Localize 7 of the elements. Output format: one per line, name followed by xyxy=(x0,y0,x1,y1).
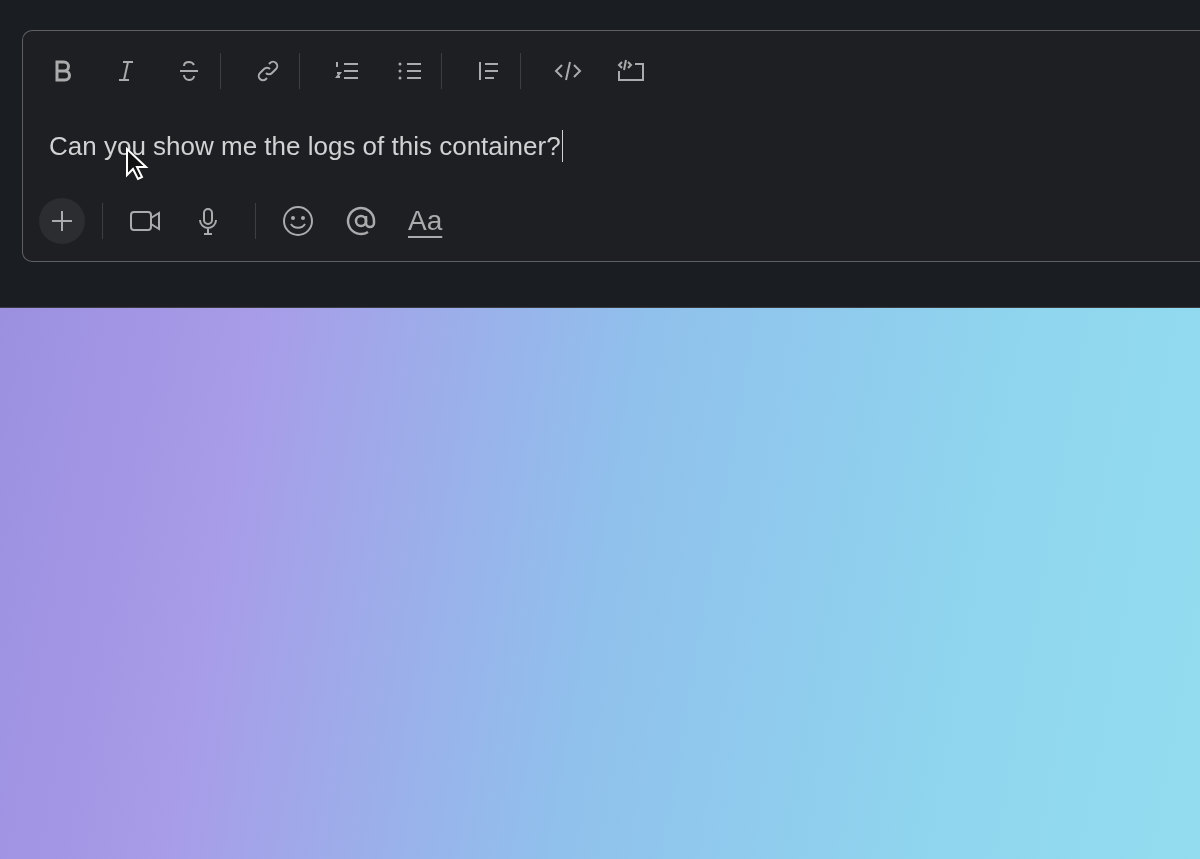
plus-icon xyxy=(50,209,74,233)
message-input[interactable]: Can you show me the logs of this container? xyxy=(47,130,561,162)
add-button[interactable] xyxy=(39,198,85,244)
emoji-icon[interactable] xyxy=(282,204,314,238)
text-cursor xyxy=(561,130,564,162)
formatting-button[interactable]: Aa xyxy=(408,205,443,237)
mention-icon[interactable] xyxy=(345,204,377,238)
